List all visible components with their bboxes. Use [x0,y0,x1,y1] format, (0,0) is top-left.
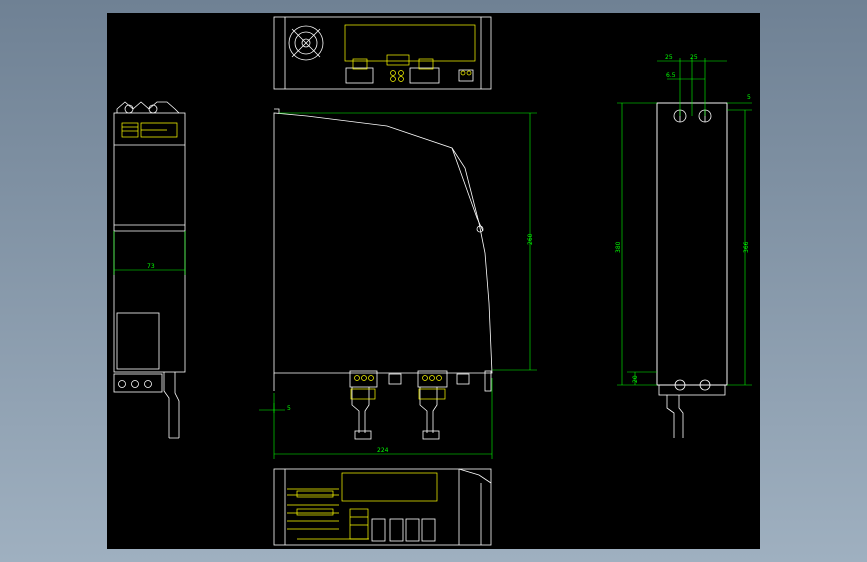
side-body-outline [113,112,186,373]
dim-overall-height: 380 [615,241,622,253]
side-label-panel [116,312,160,370]
right-dimension-lines [617,58,752,386]
cad-drawing-canvas[interactable]: 73 260 224 5 25 25 6.5 5 380 366 20 [107,13,760,549]
dim-front-height: 260 [527,233,534,245]
front-body-outline [273,112,493,374]
dim-foot-offset: 5 [287,405,291,412]
right-rear-view [656,102,728,438]
dim-depth: 224 [377,447,389,454]
side-top-connectors [116,101,180,114]
dim-top-pitch-right: 25 [690,54,698,61]
dim-top-pitch-left: 25 [665,54,673,61]
dim-side-width: 73 [147,263,155,270]
dim-bottom-offset: 20 [632,375,639,383]
dim-hole-offset: 6.5 [666,72,676,79]
cad-drawing: 73 260 224 5 25 25 6.5 5 380 366 20 [113,16,752,546]
bottom-plan-view [273,468,492,546]
bottom-view-outline [273,468,492,546]
top-plan-view [273,16,492,90]
front-dimension-lines [259,112,537,459]
dim-hole-span: 366 [743,241,750,253]
front-view [273,108,493,440]
left-side-details [121,122,178,138]
dim-corner-offset: 5 [747,94,751,101]
rear-body-outline [656,102,728,386]
top-view-outline [273,16,492,90]
terminal-block-outline [344,24,476,62]
side-mounting-rail [163,372,180,439]
bottom-view-details [287,472,438,540]
